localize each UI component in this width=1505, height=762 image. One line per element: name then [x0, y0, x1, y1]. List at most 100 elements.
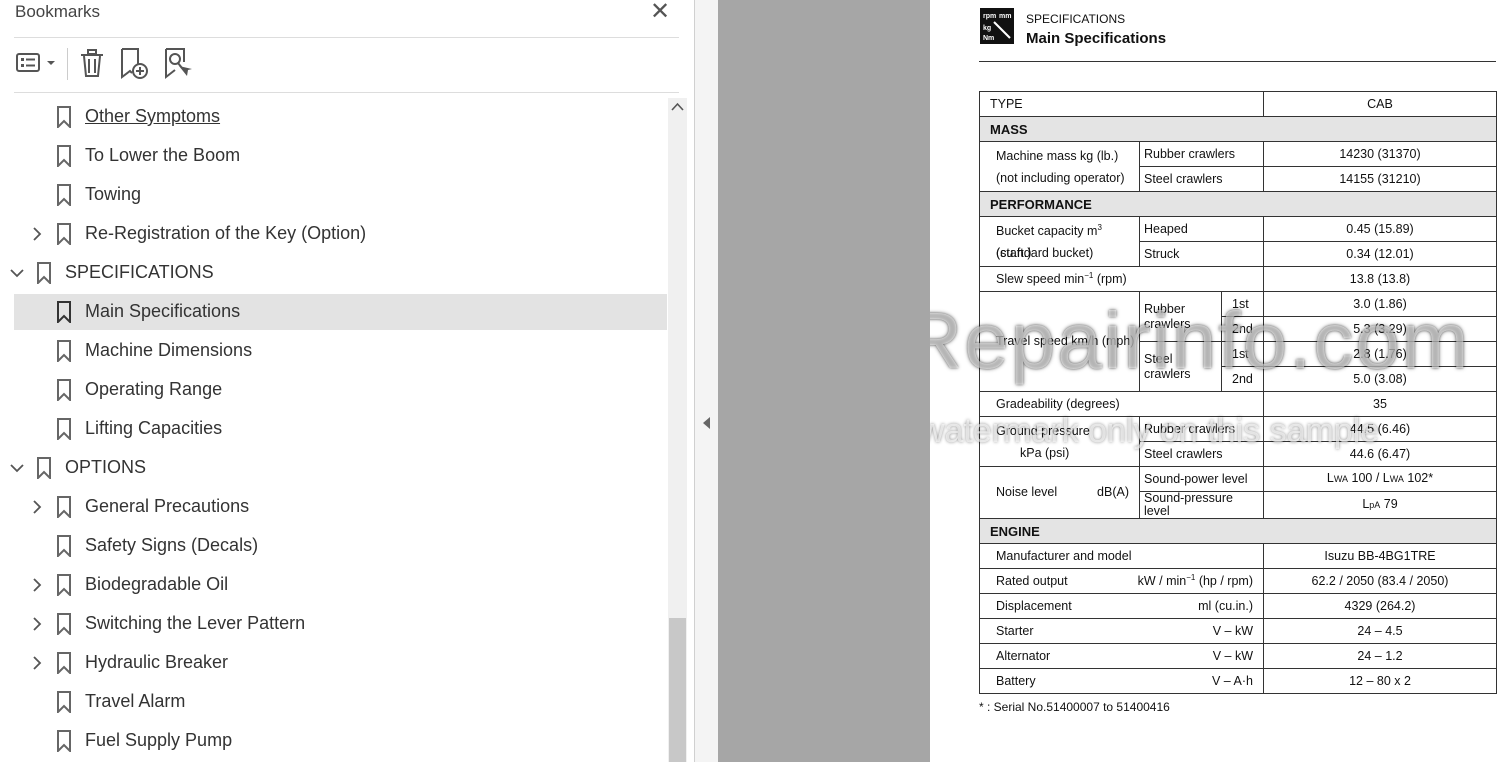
document-page: rpm mm kg Nm SPECIFICATIONS Main Specifi… [930, 0, 1505, 762]
new-bookmark-button[interactable] [118, 44, 150, 82]
bookmark-item[interactable]: Safety Signs (Decals) [14, 528, 667, 564]
struck-value: 0.34 (12.01) [1263, 241, 1497, 267]
chevron-down-icon[interactable] [10, 459, 24, 477]
bookmark-icon [57, 574, 71, 596]
bookmark-label: To Lower the Boom [85, 145, 241, 165]
table-row: V – kW Alternator 24 – 1.2 [979, 643, 1497, 669]
bookmark-label: Hydraulic Breaker [85, 652, 229, 672]
bookmark-icon [57, 730, 71, 752]
bookmark-item[interactable]: Other Symptoms [14, 99, 667, 135]
delete-bookmark-button[interactable] [76, 44, 108, 82]
bookmark-label: Operating Range [85, 379, 223, 399]
sound-power-label: Sound-power level [1139, 466, 1264, 492]
scroll-up-icon[interactable] [671, 102, 684, 112]
close-panel-button[interactable]: ✕ [650, 0, 670, 24]
bookmark-item[interactable]: To Lower the Boom [14, 138, 667, 174]
bookmark-icon [57, 145, 71, 167]
struck-label: Struck [1139, 241, 1264, 267]
bookmark-item[interactable]: General Precautions [14, 489, 667, 525]
bookmarks-tree: Other Symptoms To Lower the Boom Towing Re-… [0, 98, 668, 762]
bookmark-label: SPECIFICATIONS [65, 262, 214, 282]
bookmark-item[interactable]: OPTIONS [10, 450, 667, 486]
bookmark-icon [57, 613, 71, 635]
bookmark-item[interactable]: Re-Registration of the Key (Option) [14, 216, 667, 252]
divider [14, 37, 679, 38]
battery-value: 12 – 80 x 2 [1263, 668, 1497, 694]
rated-output-value: 62.2 / 2050 (83.4 / 2050) [1263, 568, 1497, 594]
bookmark-item[interactable]: Lifting Capacities [14, 411, 667, 447]
bookmark-icon [57, 301, 71, 323]
collapse-panel-icon[interactable] [702, 416, 711, 430]
bookmark-label: Towing [85, 184, 142, 204]
starter-value: 24 – 4.5 [1263, 618, 1497, 644]
bookmarks-scrollbar[interactable] [668, 98, 687, 762]
bookmark-icon [57, 691, 71, 713]
table-row: Ground pressure kPa (psi) Rubber crawler… [979, 416, 1497, 467]
machine-mass-label: Machine mass kg (lb.) (not including ope… [979, 141, 1140, 192]
bookmark-item[interactable]: Operating Range [14, 372, 667, 408]
section-row: ENGINE [979, 518, 1497, 544]
find-current-bookmark-button[interactable] [162, 44, 194, 82]
chevron-down-icon[interactable] [10, 264, 24, 282]
sound-pressure-value: LpA 79 [1263, 491, 1497, 519]
bookmark-item[interactable]: Fuel Supply Pump [14, 723, 667, 759]
scrollbar-thumb[interactable] [669, 618, 686, 762]
chevron-right-icon[interactable] [30, 498, 44, 516]
svg-text:rpm: rpm [983, 13, 996, 20]
bookmark-icon [37, 262, 51, 284]
find-current-bookmark-icon [165, 48, 192, 80]
bookmark-icon [57, 496, 71, 518]
bookmark-item[interactable]: Machine Dimensions [14, 333, 667, 369]
slew-speed-label: Slew speed min−1 (rpm) [979, 266, 1264, 292]
bookmark-label: Other Symptoms [85, 106, 221, 126]
travel-steel-2-value: 5.0 (3.08) [1263, 366, 1497, 392]
engine-header: ENGINE [979, 518, 1497, 544]
type-label: TYPE [979, 91, 1264, 117]
gradeability-label: Gradeability (degrees) [979, 391, 1264, 417]
battery-label: V – A·h Battery [979, 668, 1264, 694]
slew-speed-value: 13.8 (13.8) [1263, 266, 1497, 292]
panel-splitter[interactable] [695, 0, 718, 762]
bookmark-item[interactable]: Switching the Lever Pattern [14, 606, 667, 642]
section-row: PERFORMANCE [979, 191, 1497, 217]
first-gear-label: 1st [1221, 291, 1264, 317]
bookmark-item[interactable]: Biodegradable Oil [14, 567, 667, 603]
table-row: Gradeability (degrees) 35 [979, 391, 1497, 417]
starter-label: V – kW Starter [979, 618, 1264, 644]
chevron-right-icon[interactable] [30, 615, 44, 633]
table-row: Travel speed km/h (mph) Rubber crawlers … [979, 291, 1497, 392]
bookmark-label: Lifting Capacities [85, 418, 223, 438]
gradeability-value: 35 [1263, 391, 1497, 417]
bookmark-item[interactable]: Towing [14, 177, 667, 213]
bookmark-item[interactable]: Main Specifications [14, 294, 667, 330]
chevron-right-icon[interactable] [30, 576, 44, 594]
bookmark-icon [37, 457, 51, 479]
options-menu-button[interactable] [14, 44, 58, 82]
section-row: MASS [979, 116, 1497, 142]
svg-text:Nm: Nm [983, 35, 994, 42]
bookmark-icon [57, 379, 71, 401]
table-row: kW / min−1 (hp / rpm) Rated output 62.2 /… [979, 568, 1497, 594]
chevron-right-icon[interactable] [30, 225, 44, 243]
heaped-value: 0.45 (15.89) [1263, 216, 1497, 242]
delete-icon [81, 49, 103, 77]
bookmark-item[interactable]: Travel Alarm [14, 684, 667, 720]
travel-steel-label: Steel crawlers [1139, 341, 1222, 392]
type-value: CAB [1263, 91, 1497, 117]
travel-rubber-2-value: 5.3 (3.29) [1263, 316, 1497, 342]
steel-crawlers-label: Steel crawlers [1139, 166, 1264, 192]
bookmark-item[interactable]: Hydraulic Breaker [14, 645, 667, 681]
second-gear-label: 2nd [1221, 316, 1264, 342]
chevron-right-icon[interactable] [30, 654, 44, 672]
table-row: TYPE CAB [979, 91, 1497, 117]
mass-header: MASS [979, 116, 1497, 142]
bookmark-item[interactable]: SPECIFICATIONS [10, 255, 667, 291]
bookmark-label: Machine Dimensions [85, 340, 253, 360]
bucket-capacity-label: Bucket capacity m3 (cu.ft.) (standard bu… [979, 216, 1140, 267]
bookmark-icon [57, 340, 71, 362]
table-row: V – kW Starter 24 – 4.5 [979, 618, 1497, 644]
manufacturer-value: Isuzu BB-4BG1TRE [1263, 543, 1497, 569]
ground-pressure-steel-value: 44.6 (6.47) [1263, 441, 1497, 467]
toolbar-divider [67, 48, 68, 80]
table-row: dB(A) Noise level Sound-power level LWA 1… [979, 466, 1497, 519]
